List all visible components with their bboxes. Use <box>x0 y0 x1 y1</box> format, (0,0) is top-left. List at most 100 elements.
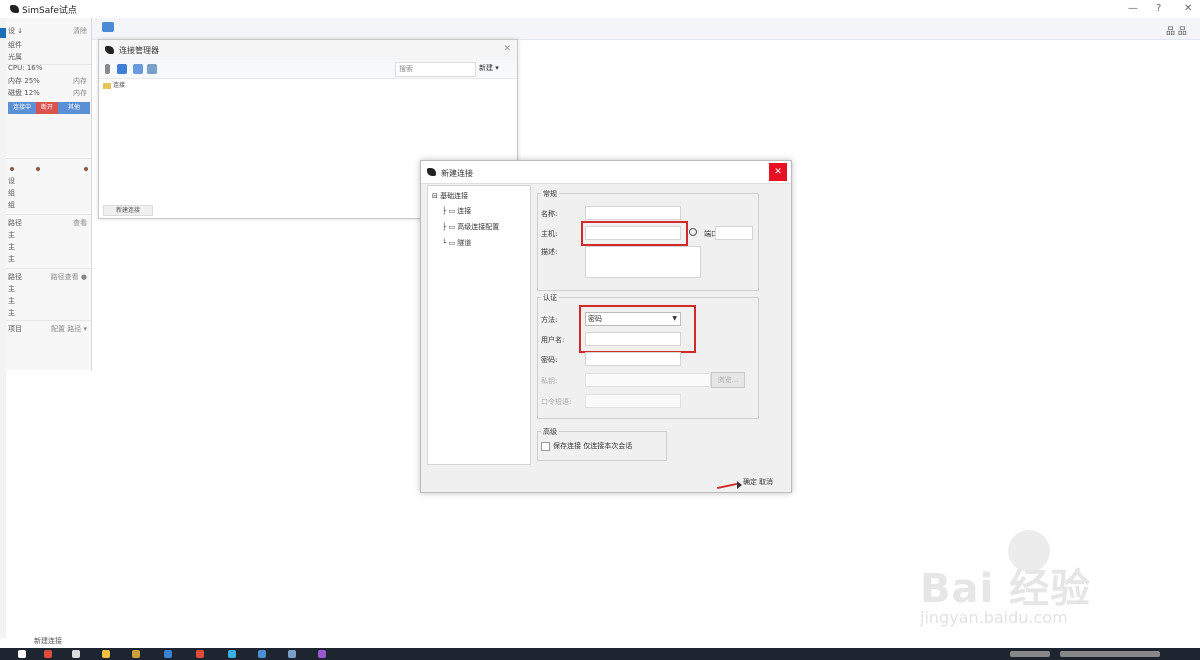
tree-item-advanced[interactable]: ├ ▭ 高级连接配置 <box>442 222 499 232</box>
layout-tools[interactable]: 品 品 <box>1166 24 1187 37</box>
app-icon[interactable] <box>288 650 296 658</box>
app-icon[interactable] <box>132 650 140 658</box>
folder-icon <box>103 82 111 89</box>
list-item[interactable]: 主 <box>8 308 89 320</box>
app-icon[interactable] <box>258 650 266 658</box>
description-input[interactable] <box>585 246 701 278</box>
minimize-button[interactable]: — <box>1128 3 1138 14</box>
username-label: 用户名: <box>541 336 565 344</box>
close-app-button[interactable]: ✕ <box>1184 3 1192 14</box>
port-spin-icon[interactable] <box>689 228 697 236</box>
start-icon[interactable] <box>18 650 26 658</box>
new-menu-button[interactable]: 新建 ▾ <box>479 62 515 75</box>
group-label: 认证 <box>541 293 559 303</box>
status-segment[interactable]: 断开 <box>36 102 58 114</box>
new-icon[interactable] <box>105 64 110 74</box>
dialog-titlebar: 新建连接 ✕ <box>421 161 791 184</box>
dialog-logo-icon <box>427 168 436 179</box>
lp-row: 组件 <box>8 41 22 49</box>
dialog-title: 新建连接 <box>441 169 473 178</box>
list-item[interactable]: 组 <box>8 188 89 200</box>
password-input[interactable] <box>585 352 681 366</box>
dialog-close-button[interactable]: ✕ <box>769 163 787 181</box>
refresh-icon[interactable] <box>147 64 157 74</box>
window-title: 连接管理器 <box>119 46 159 55</box>
divider <box>6 214 91 215</box>
lp-row-disk: 磁盘 12% 内存 <box>8 89 87 97</box>
bottom-status-label: 新建连接 <box>34 637 62 645</box>
ok-button[interactable]: 确定 <box>743 477 757 487</box>
list-item[interactable]: 主 <box>8 254 89 266</box>
app-icon[interactable] <box>72 650 80 658</box>
tree-folder[interactable]: 连接 <box>103 80 125 89</box>
passphrase-input[interactable] <box>585 394 681 408</box>
chevron-down-icon: ▼ <box>672 315 677 322</box>
new-connection-dialog: 新建连接 ✕ ⊟ 基础连接 ├ ▭ 连接 ├ ▭ 高级连接配置 └ ▭ 隧道 常… <box>420 160 792 493</box>
system-tray[interactable] <box>1060 651 1160 657</box>
settings-tree: ⊟ 基础连接 ├ ▭ 连接 ├ ▭ 高级连接配置 └ ▭ 隧道 <box>427 185 531 465</box>
divider <box>6 320 91 321</box>
list-item[interactable]: 主 <box>8 296 89 308</box>
lp-row-memory: 内存 25% 内存 <box>8 77 87 85</box>
tree-item-tunnel[interactable]: └ ▭ 隧道 <box>442 238 471 248</box>
host-input[interactable] <box>585 226 681 240</box>
save-connection-checkbox[interactable]: 保存连接 仅连接本次会话 <box>541 441 632 451</box>
lp-row: 光属 <box>8 53 22 61</box>
left-panel: 设 ↓ 清除 组件 光属 CPU: 16% 内存 25% 内存 磁盘 12% 内存 连… <box>6 18 92 370</box>
username-input[interactable] <box>585 332 681 346</box>
title-bar <box>0 0 1200 18</box>
list-item[interactable]: 设 <box>8 176 89 188</box>
list-item[interactable]: 主 <box>8 284 89 296</box>
window-logo-icon <box>105 46 114 57</box>
home-icon[interactable] <box>102 22 114 32</box>
window-titlebar: 连接管理器 ✕ <box>99 40 517 61</box>
private-key-input[interactable] <box>585 373 711 387</box>
folder-icon[interactable] <box>102 650 110 658</box>
section-header: 路径 路径查看 ● <box>8 273 87 281</box>
dot-icon <box>84 167 88 171</box>
list-item[interactable]: 主 <box>8 230 89 242</box>
passphrase-label: 口令短语: <box>541 398 572 406</box>
app-icon[interactable] <box>196 650 204 658</box>
section-header: 路径 查看 <box>8 219 87 227</box>
tree-item-connection[interactable]: ├ ▭ 连接 <box>442 206 471 216</box>
host-label: 主机: <box>541 230 558 238</box>
group-label: 高级 <box>541 427 559 437</box>
method-select[interactable]: 密码 ▼ <box>585 312 681 326</box>
checkbox-icon <box>541 441 550 451</box>
window-toolbar: 搜索 新建 ▾ <box>99 60 517 79</box>
app-icon[interactable] <box>228 650 236 658</box>
app-icon[interactable] <box>44 650 52 658</box>
help-button[interactable]: ? <box>1156 3 1161 14</box>
status-segment[interactable]: 连接中 <box>8 102 36 114</box>
search-input[interactable]: 搜索 <box>395 62 476 77</box>
dot-icon <box>10 167 14 171</box>
status-tab[interactable]: 新建连接 <box>103 205 153 216</box>
name-input[interactable] <box>585 206 681 220</box>
cancel-button[interactable]: 取消 <box>759 477 773 487</box>
status-segment[interactable]: 其他 <box>58 102 90 114</box>
taskbar <box>0 648 1200 660</box>
tree-root[interactable]: ⊟ 基础连接 <box>432 191 468 201</box>
app-title: SimSafe试点 <box>22 6 77 16</box>
watermark-url: jingyan.baidu.com <box>920 608 1068 627</box>
lp-header: 设 ↓ 清除 <box>8 27 87 35</box>
method-label: 方法: <box>541 316 558 324</box>
list-item[interactable]: 组 <box>8 200 89 212</box>
app-logo-icon <box>10 5 19 16</box>
app-icon[interactable] <box>318 650 326 658</box>
folder-add-icon[interactable] <box>117 64 127 74</box>
system-tray[interactable] <box>1010 651 1050 657</box>
name-label: 名称: <box>541 210 558 218</box>
browser-icon[interactable] <box>164 650 172 658</box>
port-input[interactable] <box>715 226 753 240</box>
section-footer[interactable]: 项目 配置 路径 ▾ <box>8 324 89 336</box>
window-close-button[interactable]: ✕ <box>503 44 511 54</box>
dot-icon <box>36 167 40 171</box>
watermark-logo: Bai 经验 <box>920 566 1092 612</box>
list-item[interactable]: 主 <box>8 242 89 254</box>
browse-button[interactable]: 浏览... <box>711 372 745 388</box>
watermark: Bai 经验 jingyan.baidu.com <box>920 530 1150 640</box>
divider <box>6 268 91 269</box>
settings-icon[interactable] <box>133 64 143 74</box>
